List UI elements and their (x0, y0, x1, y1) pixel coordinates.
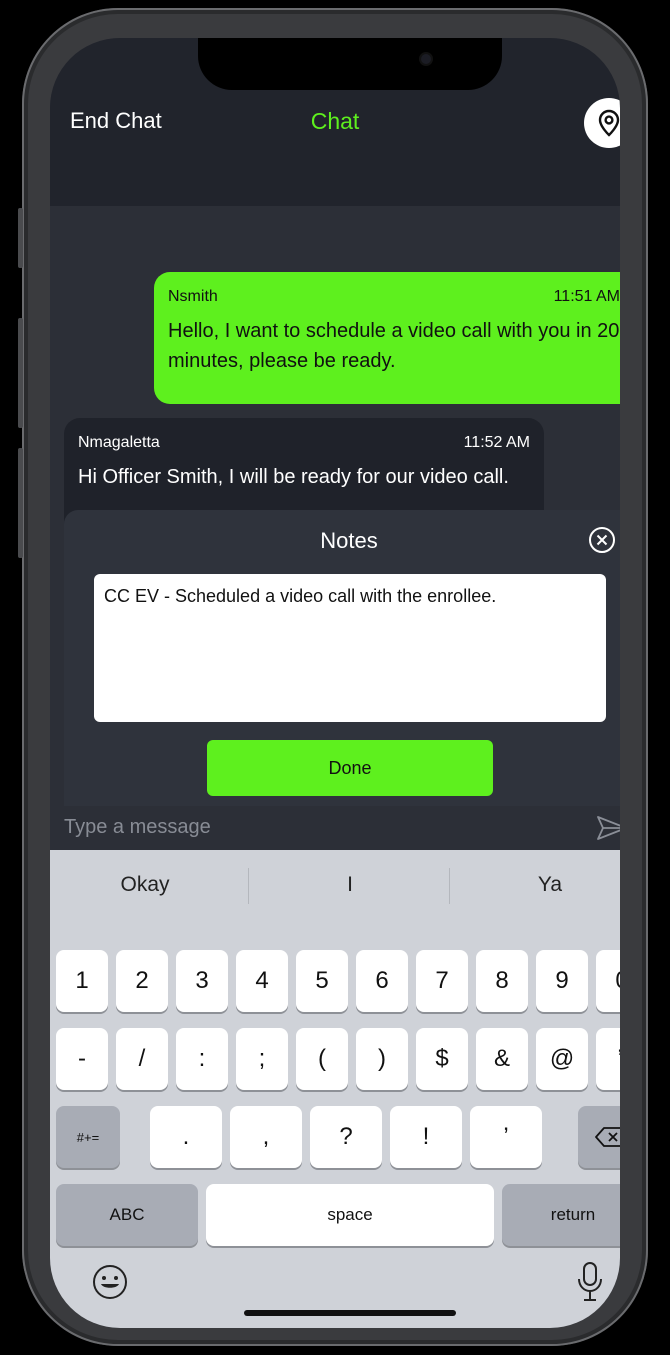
mute-switch (18, 208, 23, 268)
abc-key[interactable]: ABC (56, 1184, 198, 1246)
key-6[interactable]: 6 (356, 950, 408, 1012)
notes-textarea[interactable]: CC EV - Scheduled a video call with the … (94, 574, 606, 722)
page-title: Chat (310, 108, 360, 134)
key-ampersand[interactable]: & (476, 1028, 528, 1090)
message-text: Hello, I want to schedule a video call w… (168, 320, 620, 372)
key-close-paren[interactable]: ) (356, 1028, 408, 1090)
space-key[interactable]: space (206, 1184, 494, 1246)
key-question[interactable]: ? (310, 1106, 382, 1168)
key-3[interactable]: 3 (176, 950, 228, 1012)
key-4[interactable]: 4 (236, 950, 288, 1012)
camera (421, 54, 431, 64)
divider (248, 868, 249, 904)
location-pin-icon (598, 109, 620, 137)
suggestion-3[interactable]: Ya (450, 850, 620, 920)
microphone-icon[interactable] (574, 1260, 606, 1304)
key-dollar[interactable]: $ (416, 1028, 468, 1090)
key-quote[interactable]: ” (596, 1028, 620, 1090)
key-semicolon[interactable]: ; (236, 1028, 288, 1090)
key-0[interactable]: 0 (596, 950, 620, 1012)
home-indicator (244, 1310, 456, 1316)
notes-close-button[interactable] (586, 524, 618, 556)
backspace-icon (595, 1127, 620, 1147)
message-sender: Nmagaletta (78, 434, 160, 451)
key-open-paren[interactable]: ( (296, 1028, 348, 1090)
backspace-key[interactable] (578, 1106, 620, 1168)
close-circle-icon (589, 527, 615, 553)
message-input[interactable]: Type a message (64, 816, 211, 839)
notes-panel: Notes CC EV - Scheduled a video call wit… (64, 510, 620, 806)
suggestion-2[interactable]: I (250, 850, 450, 920)
message-time: 11:51 AM (553, 288, 620, 305)
key-1[interactable]: 1 (56, 950, 108, 1012)
send-icon[interactable] (596, 814, 620, 842)
key-slash[interactable]: / (116, 1028, 168, 1090)
predictive-bar: Okay I Ya (50, 850, 620, 920)
message-composer[interactable]: Type a message (50, 806, 620, 850)
location-button[interactable] (584, 98, 620, 148)
key-7[interactable]: 7 (416, 950, 468, 1012)
symbols-toggle-key[interactable]: #+= (56, 1106, 120, 1168)
key-hyphen[interactable]: - (56, 1028, 108, 1090)
key-2[interactable]: 2 (116, 950, 168, 1012)
message-sender: Nsmith (168, 288, 218, 305)
message-time: 11:52 AM (463, 434, 530, 451)
key-9[interactable]: 9 (536, 950, 588, 1012)
notch (198, 38, 502, 90)
key-period[interactable]: . (150, 1106, 222, 1168)
message-text: Hi Officer Smith, I will be ready for ou… (78, 466, 509, 488)
key-comma[interactable]: , (230, 1106, 302, 1168)
done-button[interactable]: Done (207, 740, 493, 796)
emoji-icon[interactable] (90, 1262, 130, 1302)
notes-title: Notes (320, 528, 378, 553)
key-exclamation[interactable]: ! (390, 1106, 462, 1168)
suggestion-1[interactable]: Okay (50, 850, 240, 920)
key-apostrophe[interactable]: ’ (470, 1106, 542, 1168)
key-colon[interactable]: : (176, 1028, 228, 1090)
volume-up-button (18, 318, 23, 428)
key-8[interactable]: 8 (476, 950, 528, 1012)
key-at[interactable]: @ (536, 1028, 588, 1090)
message-bubble-outgoing: Nsmith 11:51 AM Hello, I want to schedul… (154, 272, 620, 404)
volume-down-button (18, 448, 23, 558)
return-key[interactable]: return (502, 1184, 620, 1246)
keyboard: Okay I Ya 1 2 3 4 5 6 7 8 9 0 - / : ; ( … (50, 850, 620, 1328)
screen: End Chat Chat Nsmith 11:51 AM Hello, I w… (50, 38, 620, 1328)
key-5[interactable]: 5 (296, 950, 348, 1012)
